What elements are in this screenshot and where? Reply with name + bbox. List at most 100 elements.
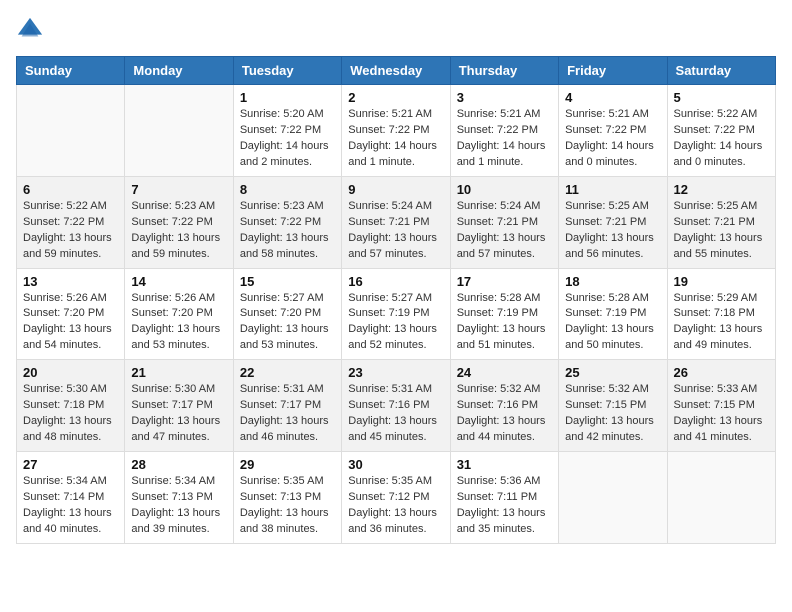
cell-info: Sunrise: 5:29 AM Sunset: 7:18 PM Dayligh… bbox=[674, 291, 769, 355]
day-number: 24 bbox=[457, 365, 552, 380]
cell-info: Sunrise: 5:22 AM Sunset: 7:22 PM Dayligh… bbox=[674, 107, 769, 171]
day-number: 15 bbox=[240, 274, 335, 289]
page-header bbox=[16, 16, 776, 44]
day-number: 19 bbox=[674, 274, 769, 289]
calendar-cell: 27 Sunrise: 5:34 AM Sunset: 7:14 PM Dayli… bbox=[17, 452, 125, 544]
day-number: 17 bbox=[457, 274, 552, 289]
calendar-cell: 29 Sunrise: 5:35 AM Sunset: 7:13 PM Dayli… bbox=[233, 452, 341, 544]
day-number: 28 bbox=[131, 457, 226, 472]
calendar-cell: 28 Sunrise: 5:34 AM Sunset: 7:13 PM Dayli… bbox=[125, 452, 233, 544]
calendar-cell: 14 Sunrise: 5:26 AM Sunset: 7:20 PM Dayli… bbox=[125, 268, 233, 360]
week-row-2: 6Sunrise: 5:22 AM Sunset: 7:22 PM Daylig… bbox=[17, 176, 776, 268]
day-number: 11 bbox=[565, 182, 660, 197]
day-number: 3 bbox=[457, 90, 552, 105]
cell-info: Sunrise: 5:22 AM Sunset: 7:22 PM Dayligh… bbox=[23, 199, 118, 263]
week-row-3: 13 Sunrise: 5:26 AM Sunset: 7:20 PM Dayli… bbox=[17, 268, 776, 360]
calendar-cell: 22 Sunrise: 5:31 AM Sunset: 7:17 PM Dayli… bbox=[233, 360, 341, 452]
cell-info: Sunrise: 5:36 AM Sunset: 7:11 PM Dayligh… bbox=[457, 474, 552, 538]
cell-info: Sunrise: 5:27 AM Sunset: 7:19 PM Dayligh… bbox=[348, 291, 443, 355]
calendar-cell: 21Sunrise: 5:30 AM Sunset: 7:17 PM Dayli… bbox=[125, 360, 233, 452]
calendar-cell: 12Sunrise: 5:25 AM Sunset: 7:21 PM Dayli… bbox=[667, 176, 775, 268]
day-number: 29 bbox=[240, 457, 335, 472]
cell-info: Sunrise: 5:35 AM Sunset: 7:12 PM Dayligh… bbox=[348, 474, 443, 538]
cell-info: Sunrise: 5:28 AM Sunset: 7:19 PM Dayligh… bbox=[457, 291, 552, 355]
calendar-cell bbox=[667, 452, 775, 544]
calendar-cell: 2 Sunrise: 5:21 AM Sunset: 7:22 PM Daylig… bbox=[342, 85, 450, 177]
cell-info: Sunrise: 5:35 AM Sunset: 7:13 PM Dayligh… bbox=[240, 474, 335, 538]
calendar-cell bbox=[17, 85, 125, 177]
cell-info: Sunrise: 5:32 AM Sunset: 7:16 PM Dayligh… bbox=[457, 382, 552, 446]
day-number: 25 bbox=[565, 365, 660, 380]
day-number: 14 bbox=[131, 274, 226, 289]
calendar-cell: 7 Sunrise: 5:23 AM Sunset: 7:22 PM Daylig… bbox=[125, 176, 233, 268]
calendar-cell: 9Sunrise: 5:24 AM Sunset: 7:21 PM Daylig… bbox=[342, 176, 450, 268]
calendar-cell: 5 Sunrise: 5:22 AM Sunset: 7:22 PM Daylig… bbox=[667, 85, 775, 177]
calendar-cell: 10 Sunrise: 5:24 AM Sunset: 7:21 PM Dayli… bbox=[450, 176, 558, 268]
logo bbox=[16, 16, 48, 44]
day-number: 5 bbox=[674, 90, 769, 105]
day-number: 7 bbox=[131, 182, 226, 197]
calendar-cell: 8Sunrise: 5:23 AM Sunset: 7:22 PM Daylig… bbox=[233, 176, 341, 268]
calendar-cell bbox=[125, 85, 233, 177]
day-number: 27 bbox=[23, 457, 118, 472]
day-number: 21 bbox=[131, 365, 226, 380]
day-number: 2 bbox=[348, 90, 443, 105]
col-header-monday: Monday bbox=[125, 57, 233, 85]
day-number: 16 bbox=[348, 274, 443, 289]
calendar-cell bbox=[559, 452, 667, 544]
week-row-5: 27 Sunrise: 5:34 AM Sunset: 7:14 PM Dayli… bbox=[17, 452, 776, 544]
day-number: 22 bbox=[240, 365, 335, 380]
calendar-cell: 4Sunrise: 5:21 AM Sunset: 7:22 PM Daylig… bbox=[559, 85, 667, 177]
col-header-tuesday: Tuesday bbox=[233, 57, 341, 85]
day-number: 31 bbox=[457, 457, 552, 472]
cell-info: Sunrise: 5:34 AM Sunset: 7:13 PM Dayligh… bbox=[131, 474, 226, 538]
calendar-cell: 18 Sunrise: 5:28 AM Sunset: 7:19 PM Dayli… bbox=[559, 268, 667, 360]
day-number: 13 bbox=[23, 274, 118, 289]
col-header-sunday: Sunday bbox=[17, 57, 125, 85]
col-header-friday: Friday bbox=[559, 57, 667, 85]
cell-info: Sunrise: 5:32 AM Sunset: 7:15 PM Dayligh… bbox=[565, 382, 660, 446]
cell-info: Sunrise: 5:21 AM Sunset: 7:22 PM Dayligh… bbox=[348, 107, 443, 171]
col-header-saturday: Saturday bbox=[667, 57, 775, 85]
cell-info: Sunrise: 5:34 AM Sunset: 7:14 PM Dayligh… bbox=[23, 474, 118, 538]
calendar-cell: 26 Sunrise: 5:33 AM Sunset: 7:15 PM Dayli… bbox=[667, 360, 775, 452]
cell-info: Sunrise: 5:33 AM Sunset: 7:15 PM Dayligh… bbox=[674, 382, 769, 446]
cell-info: Sunrise: 5:23 AM Sunset: 7:22 PM Dayligh… bbox=[131, 199, 226, 263]
cell-info: Sunrise: 5:26 AM Sunset: 7:20 PM Dayligh… bbox=[23, 291, 118, 355]
calendar-cell: 15 Sunrise: 5:27 AM Sunset: 7:20 PM Dayli… bbox=[233, 268, 341, 360]
week-row-1: 1 Sunrise: 5:20 AM Sunset: 7:22 PM Daylig… bbox=[17, 85, 776, 177]
cell-info: Sunrise: 5:28 AM Sunset: 7:19 PM Dayligh… bbox=[565, 291, 660, 355]
cell-info: Sunrise: 5:30 AM Sunset: 7:18 PM Dayligh… bbox=[23, 382, 118, 446]
calendar-cell: 30 Sunrise: 5:35 AM Sunset: 7:12 PM Dayli… bbox=[342, 452, 450, 544]
calendar-cell: 1 Sunrise: 5:20 AM Sunset: 7:22 PM Daylig… bbox=[233, 85, 341, 177]
cell-info: Sunrise: 5:26 AM Sunset: 7:20 PM Dayligh… bbox=[131, 291, 226, 355]
calendar-cell: 13 Sunrise: 5:26 AM Sunset: 7:20 PM Dayli… bbox=[17, 268, 125, 360]
cell-info: Sunrise: 5:27 AM Sunset: 7:20 PM Dayligh… bbox=[240, 291, 335, 355]
calendar-cell: 19 Sunrise: 5:29 AM Sunset: 7:18 PM Dayli… bbox=[667, 268, 775, 360]
calendar-cell: 23Sunrise: 5:31 AM Sunset: 7:16 PM Dayli… bbox=[342, 360, 450, 452]
day-number: 4 bbox=[565, 90, 660, 105]
cell-info: Sunrise: 5:20 AM Sunset: 7:22 PM Dayligh… bbox=[240, 107, 335, 171]
day-number: 20 bbox=[23, 365, 118, 380]
day-number: 1 bbox=[240, 90, 335, 105]
cell-info: Sunrise: 5:31 AM Sunset: 7:17 PM Dayligh… bbox=[240, 382, 335, 446]
day-number: 18 bbox=[565, 274, 660, 289]
cell-info: Sunrise: 5:25 AM Sunset: 7:21 PM Dayligh… bbox=[565, 199, 660, 263]
calendar-cell: 25 Sunrise: 5:32 AM Sunset: 7:15 PM Dayli… bbox=[559, 360, 667, 452]
calendar-cell: 6Sunrise: 5:22 AM Sunset: 7:22 PM Daylig… bbox=[17, 176, 125, 268]
day-number: 8 bbox=[240, 182, 335, 197]
day-number: 12 bbox=[674, 182, 769, 197]
calendar-cell: 16 Sunrise: 5:27 AM Sunset: 7:19 PM Dayli… bbox=[342, 268, 450, 360]
day-number: 10 bbox=[457, 182, 552, 197]
cell-info: Sunrise: 5:24 AM Sunset: 7:21 PM Dayligh… bbox=[457, 199, 552, 263]
day-number: 26 bbox=[674, 365, 769, 380]
calendar-cell: 31 Sunrise: 5:36 AM Sunset: 7:11 PM Dayli… bbox=[450, 452, 558, 544]
calendar-table: SundayMondayTuesdayWednesdayThursdayFrid… bbox=[16, 56, 776, 544]
calendar-cell: 24 Sunrise: 5:32 AM Sunset: 7:16 PM Dayli… bbox=[450, 360, 558, 452]
week-row-4: 20 Sunrise: 5:30 AM Sunset: 7:18 PM Dayli… bbox=[17, 360, 776, 452]
day-number: 30 bbox=[348, 457, 443, 472]
cell-info: Sunrise: 5:24 AM Sunset: 7:21 PM Dayligh… bbox=[348, 199, 443, 263]
calendar-cell: 11 Sunrise: 5:25 AM Sunset: 7:21 PM Dayli… bbox=[559, 176, 667, 268]
calendar-cell: 17 Sunrise: 5:28 AM Sunset: 7:19 PM Dayli… bbox=[450, 268, 558, 360]
day-number: 23 bbox=[348, 365, 443, 380]
